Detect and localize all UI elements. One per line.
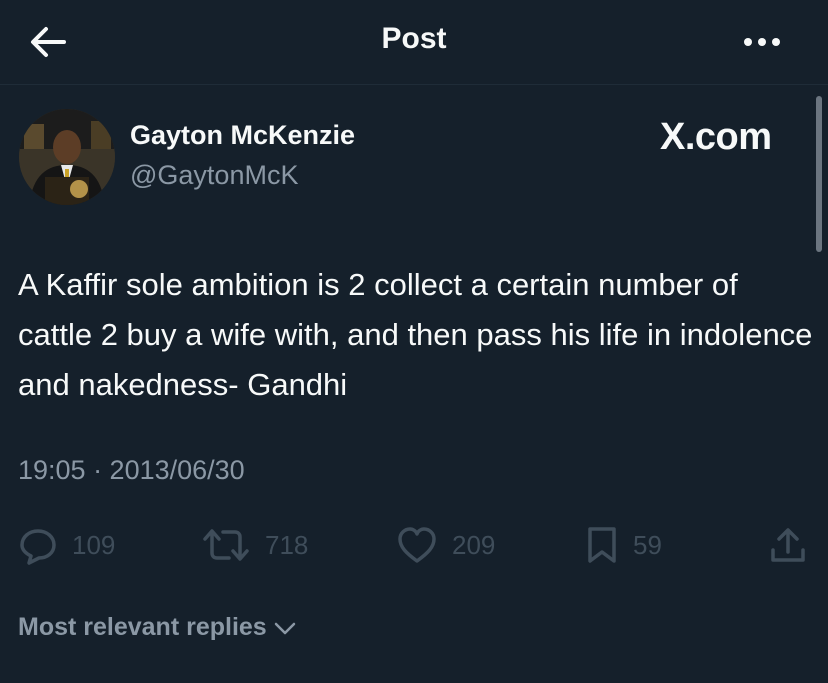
repost-count: 718 <box>265 529 309 560</box>
author-handle[interactable]: @GaytonMcK <box>130 160 298 191</box>
bookmark-icon <box>588 527 616 563</box>
more-options-button[interactable] <box>742 30 786 54</box>
replies-sort-label: Most relevant replies <box>18 613 267 641</box>
share-icon <box>771 528 805 562</box>
chevron-down-icon <box>274 622 295 634</box>
post-timestamp[interactable]: 19:05 · 2013/06/30 <box>18 455 245 486</box>
post-actions-bar: 109 718 209 59 <box>0 520 828 570</box>
post-text: A Kaffir sole ambition is 2 collect a ce… <box>18 267 813 402</box>
reply-count: 109 <box>72 529 116 560</box>
page-title: Post <box>381 22 447 55</box>
like-button[interactable]: 209 <box>396 520 495 570</box>
author-name[interactable]: Gayton McKenzie <box>130 120 355 151</box>
heart-icon <box>398 527 436 563</box>
bookmark-button[interactable]: 59 <box>585 520 662 570</box>
share-button[interactable] <box>768 526 808 566</box>
repost-button[interactable]: 718 <box>201 520 308 570</box>
avatar-photo <box>19 109 115 205</box>
like-count: 209 <box>452 529 496 560</box>
repost-icon <box>203 529 249 561</box>
bookmark-count: 59 <box>633 529 662 560</box>
more-horizontal-icon <box>744 38 780 46</box>
top-bar: Post <box>0 0 828 85</box>
x-com-watermark: X.com <box>660 116 772 158</box>
replies-sort-dropdown[interactable]: Most relevant replies <box>18 613 297 642</box>
reply-button[interactable]: 109 <box>18 520 115 570</box>
avatar[interactable] <box>19 109 115 205</box>
scrollbar[interactable] <box>816 96 822 252</box>
reply-icon <box>20 529 56 565</box>
